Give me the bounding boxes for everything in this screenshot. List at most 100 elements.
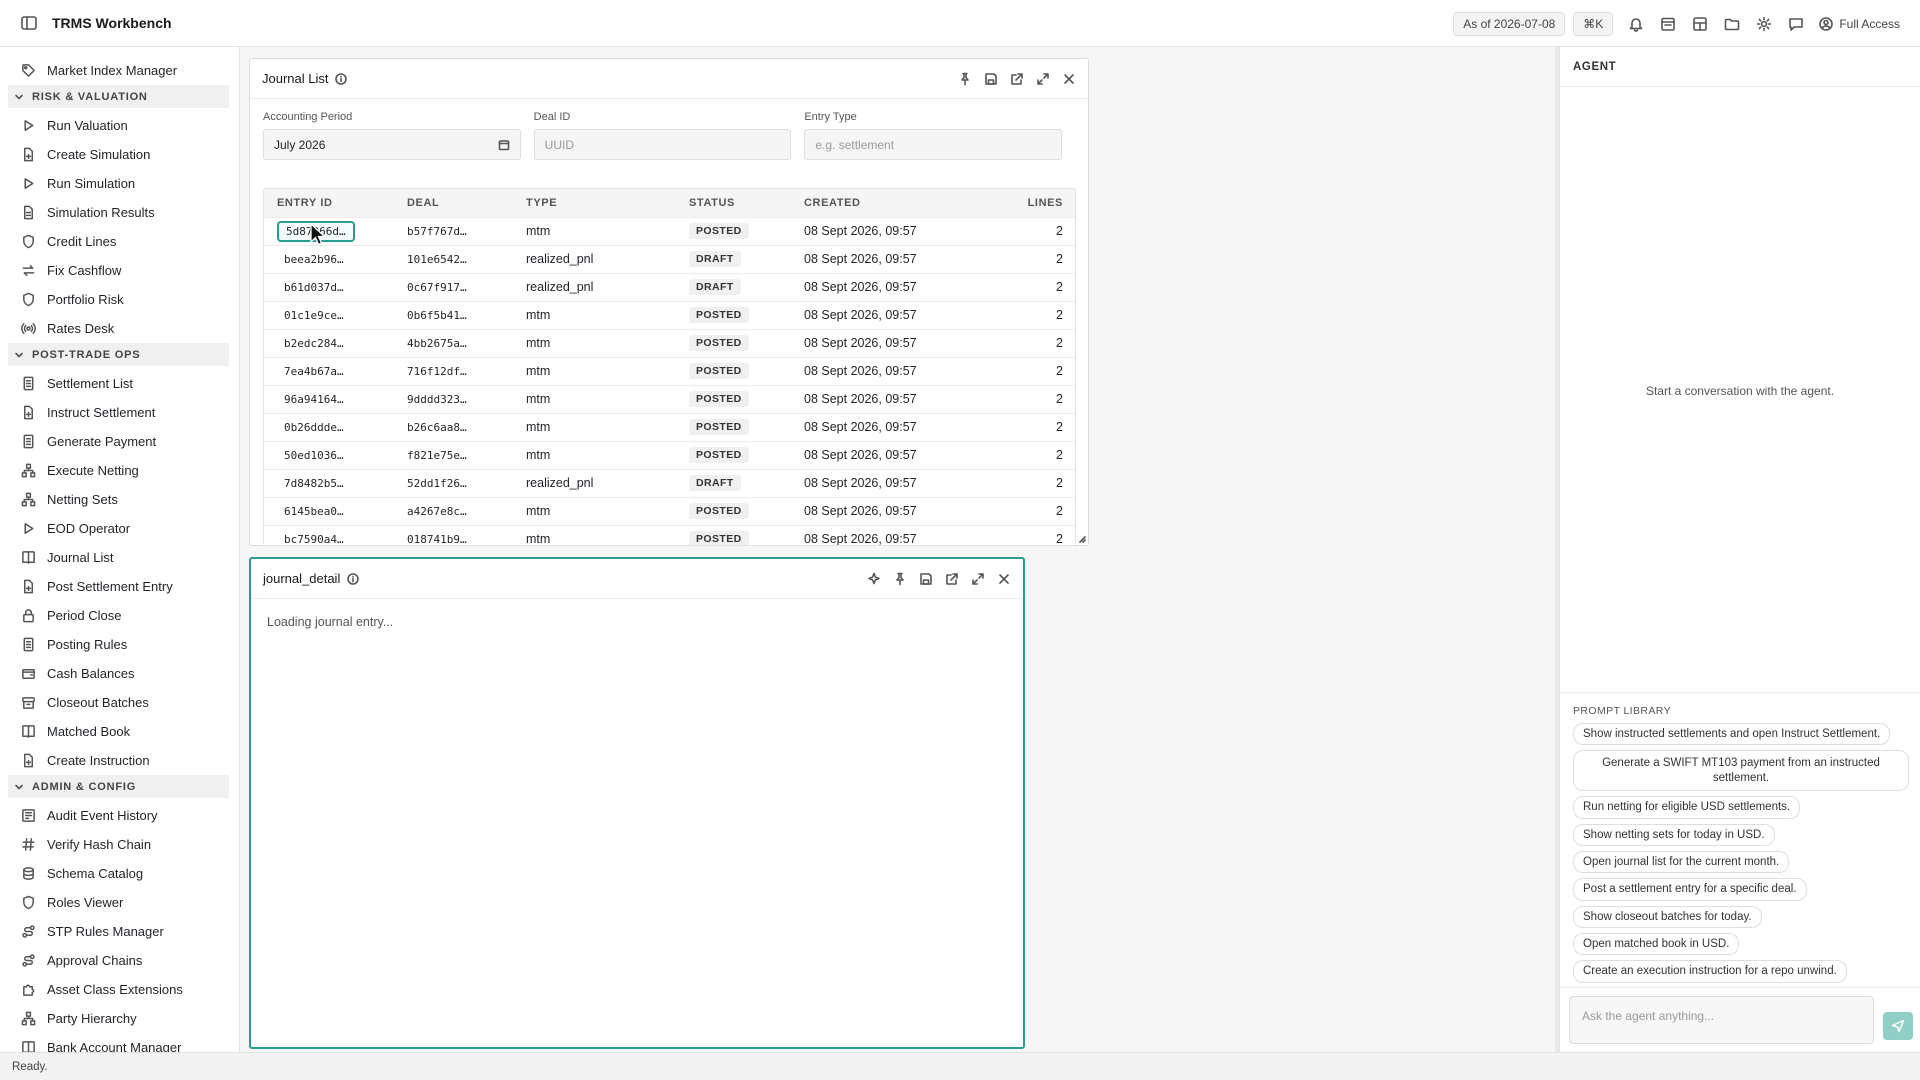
entry-id-cell[interactable]: 7d8482b5… [264,469,394,497]
sidebar-item-rates-desk[interactable]: Rates Desk [0,314,239,343]
entry-id-link[interactable]: 0b26ddde… [277,419,351,436]
entry-id-link[interactable]: 7ea4b67a… [277,363,351,380]
sidebar-item-credit-lines[interactable]: Credit Lines [0,227,239,256]
sparkle-icon[interactable] [855,572,881,586]
entry-id-cell[interactable]: 0b26ddde… [264,413,394,441]
layout-icon[interactable] [1691,15,1709,33]
entry-id-cell[interactable]: 5d87266d… [264,217,394,245]
table-row[interactable]: 7d8482b5… 52dd1f26… realized_pnl DRAFT 08 Se… [264,469,1075,497]
entry-id-link[interactable]: 01c1e9ce… [277,307,351,324]
prompt-chip[interactable]: Show netting sets for today in USD. [1573,823,1775,846]
sidebar-item-party-hierarchy[interactable]: Party Hierarchy [0,1004,239,1033]
table-row[interactable]: 7ea4b67a… 716f12df… mtm POSTED 08 Sept 2026,… [264,357,1075,385]
sidebar-item-market-index-manager[interactable]: Market Index Manager [0,56,239,85]
entry-id-cell[interactable]: 7ea4b67a… [264,357,394,385]
sidebar-item-netting-sets[interactable]: Netting Sets [0,485,239,514]
gear-icon[interactable] [1755,15,1773,33]
prompt-chip[interactable]: Generate a SWIFT MT103 payment from an i… [1573,750,1909,792]
folder-icon[interactable] [1723,15,1741,33]
sidebar-item-fix-cashflow[interactable]: Fix Cashflow [0,256,239,285]
deal-id-input[interactable]: UUID [533,129,792,160]
calendar-icon[interactable] [498,139,510,151]
sidebar-item-execute-netting[interactable]: Execute Netting [0,456,239,485]
sidebar-item-settlement-list[interactable]: Settlement List [0,369,239,398]
table-row[interactable]: 96a94164… 9dddd323… mtm POSTED 08 Sept 2026,… [264,385,1075,413]
prompt-chip[interactable]: Open journal list for the current month. [1573,850,1790,874]
panel-splitter[interactable] [1555,47,1559,1052]
command-palette-button[interactable]: ⌘K [1573,11,1614,36]
prompt-chip[interactable]: Show instructed settlements and open Ins… [1573,723,1891,746]
sidebar-item-eod-operator[interactable]: EOD Operator [0,514,239,543]
entry-id-cell[interactable]: b2edc284… [264,329,394,357]
entry-id-cell[interactable]: b61d037d… [264,273,394,301]
sidebar-item-cash-balances[interactable]: Cash Balances [0,659,239,688]
sidebar-item-verify-hash-chain[interactable]: Verify Hash Chain [0,830,239,859]
sidebar-item-roles-viewer[interactable]: Roles Viewer [0,888,239,917]
entry-id-cell[interactable]: bc7590a4… [264,525,394,545]
column-header-deal[interactable]: DEAL [394,189,513,217]
info-icon[interactable] [347,572,360,585]
sidebar-item-audit-event-history[interactable]: Audit Event History [0,801,239,830]
sidebar-item-approval-chains[interactable]: Approval Chains [0,946,239,975]
sidebar-item-generate-payment[interactable]: Generate Payment [0,427,239,456]
table-row[interactable]: beea2b96… 101e6542… realized_pnl DRAFT 08 Se… [264,245,1075,273]
prompt-chip[interactable]: Run netting for eligible USD settlements… [1573,796,1801,819]
table-row[interactable]: 6145bea0… a4267e8c… mtm POSTED 08 Sept 2026,… [264,497,1075,525]
sidebar-section-post-trade-ops[interactable]: POST-TRADE OPS [8,343,229,366]
sidebar-item-create-simulation[interactable]: Create Simulation [0,140,239,169]
pin-icon[interactable] [881,572,907,586]
agent-input[interactable]: Ask the agent anything... [1569,996,1874,1044]
sidebar-item-asset-class-extensions[interactable]: Asset Class Extensions [0,975,239,1004]
entry-id-link[interactable]: 6145bea0… [277,503,351,520]
calendar-icon[interactable] [1659,15,1677,33]
entry-id-link[interactable]: 50ed1036… [277,447,351,464]
entry-id-cell[interactable]: 6145bea0… [264,497,394,525]
prompt-chip[interactable]: Show closeout batches for today. [1573,905,1762,928]
sidebar-item-simulation-results[interactable]: Simulation Results [0,198,239,227]
table-row[interactable]: 5d87266d… b57f767d… mtm POSTED 08 Sept 2026,… [264,217,1075,245]
table-row[interactable]: 50ed1036… f821e75e… mtm POSTED 08 Sept 2026,… [264,441,1075,469]
entry-id-cell[interactable]: 01c1e9ce… [264,301,394,329]
entry-id-link[interactable]: 96a94164… [277,391,351,408]
column-header-type[interactable]: TYPE [513,189,676,217]
resize-handle-icon[interactable] [1078,535,1086,543]
maximize-icon[interactable] [959,572,985,586]
entry-id-link[interactable]: bc7590a4… [277,531,351,545]
entry-type-input[interactable]: e.g. settlement [804,129,1063,160]
sidebar-item-stp-rules-manager[interactable]: STP Rules Manager [0,917,239,946]
external-link-icon[interactable] [933,572,959,586]
pin-icon[interactable] [946,72,972,86]
entry-id-link[interactable]: 7d8482b5… [277,475,351,492]
save-icon[interactable] [907,572,933,586]
sidebar-item-instruct-settlement[interactable]: Instruct Settlement [0,398,239,427]
bell-icon[interactable] [1627,15,1645,33]
column-header-status[interactable]: STATUS [676,189,791,217]
entry-id-link[interactable]: b61d037d… [277,279,351,296]
external-link-icon[interactable] [998,72,1024,86]
sidebar-section-admin-and-config[interactable]: ADMIN & CONFIG [8,775,229,798]
table-row[interactable]: b2edc284… 4bb2675a… mtm POSTED 08 Sept 2026,… [264,329,1075,357]
sidebar-item-post-settlement-entry[interactable]: Post Settlement Entry [0,572,239,601]
entry-id-cell[interactable]: beea2b96… [264,245,394,273]
sidebar-item-run-valuation[interactable]: Run Valuation [0,111,239,140]
entry-id-link[interactable]: beea2b96… [277,251,351,268]
sidebar-item-portfolio-risk[interactable]: Portfolio Risk [0,285,239,314]
entry-id-cell[interactable]: 96a94164… [264,385,394,413]
table-row[interactable]: 01c1e9ce… 0b6f5b41… mtm POSTED 08 Sept 2026,… [264,301,1075,329]
sidebar-item-closeout-batches[interactable]: Closeout Batches [0,688,239,717]
accounting-period-input[interactable]: July 2026 [263,129,521,160]
column-header-created[interactable]: CREATED [791,189,986,217]
send-button[interactable] [1883,1012,1913,1040]
close-icon[interactable] [1050,72,1076,86]
sidebar-section-risk-and-valuation[interactable]: RISK & VALUATION [8,85,229,108]
column-header-entry-id[interactable]: ENTRY ID [264,189,394,217]
close-icon[interactable] [985,572,1011,586]
maximize-icon[interactable] [1024,72,1050,86]
info-icon[interactable] [335,72,348,85]
sidebar-toggle-icon[interactable] [20,14,38,32]
column-header-lines[interactable]: LINES [986,189,1075,217]
as-of-date-chip[interactable]: As of 2026-07-08 [1453,11,1566,36]
sidebar-item-matched-book[interactable]: Matched Book [0,717,239,746]
entry-id-cell[interactable]: 50ed1036… [264,441,394,469]
sidebar-item-bank-account-manager[interactable]: Bank Account Manager [0,1033,239,1052]
